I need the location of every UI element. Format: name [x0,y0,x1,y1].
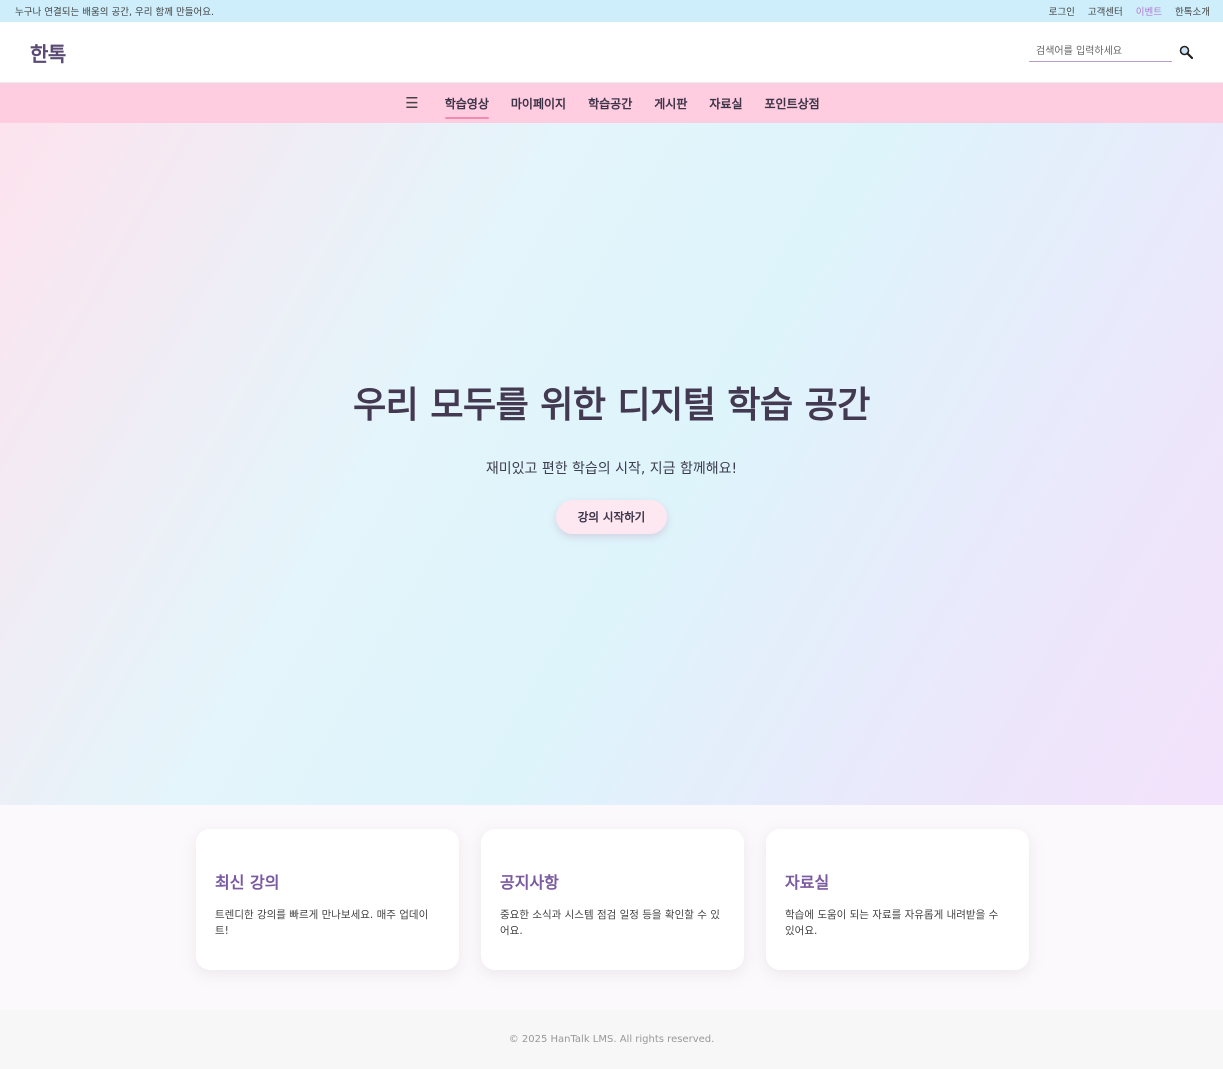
feature-card-title: 최신 강의 [215,873,280,892]
feature-card-notices[interactable]: 공지사항 중요한 소식과 시스템 점검 일정 등을 확인할 수 있어요. [481,829,744,970]
feature-card-desc: 학습에 도움이 되는 자료를 자유롭게 내려받을 수 있어요. [785,909,999,937]
nav-item-board[interactable]: 게시판 [654,89,687,118]
feature-card-title: 공지사항 [500,873,559,892]
tagline: 누구나 연결되는 배움의 공간, 우리 함께 만들어요. [15,7,214,18]
feature-card-title: 자료실 [785,873,830,892]
about-link[interactable]: 한톡소개 [1175,4,1210,18]
utility-links: 로그인 고객센터 이벤트 한톡소개 [1049,4,1210,18]
search-input[interactable] [1029,42,1172,62]
nav-item-videos[interactable]: 학습영상 [444,89,490,119]
copyright-text: © 2025 HanTalk LMS. All rights reserved. [508,1034,715,1045]
feature-card-desc: 중요한 소식과 시스템 점검 일정 등을 확인할 수 있어요. [500,909,720,937]
hero-title: 우리 모두를 위한 디지털 학습 공간 [353,385,870,426]
main-nav: ☰ 학습영상 마이페이지 학습공간 게시판 자료실 포인트상점 [0,83,1223,123]
search-icon[interactable] [1178,44,1194,60]
logo[interactable]: 한톡 [30,38,66,67]
start-course-button[interactable]: 강의 시작하기 [555,500,668,534]
customer-center-link[interactable]: 고객센터 [1088,4,1123,18]
top-utility-bar: 누구나 연결되는 배움의 공간, 우리 함께 만들어요. 로그인 고객센터 이벤… [0,0,1223,22]
feature-card-archive[interactable]: 자료실 학습에 도움이 되는 자료를 자유롭게 내려받을 수 있어요. [766,829,1029,970]
hero-section: 우리 모두를 위한 디지털 학습 공간 재미있고 편한 학습의 시작, 지금 함… [0,123,1223,805]
event-link[interactable]: 이벤트 [1136,4,1162,18]
search-box [1029,42,1194,62]
site-header: 한톡 [0,22,1223,83]
feature-card-desc: 트렌디한 강의를 빠르게 만나보세요. 매주 업데이트! [215,909,429,937]
feature-card-latest-courses[interactable]: 최신 강의 트렌디한 강의를 빠르게 만나보세요. 매주 업데이트! [196,829,459,970]
hero-subtitle: 재미있고 편한 학습의 시작, 지금 함께해요! [485,461,738,477]
features-section: 최신 강의 트렌디한 강의를 빠르게 만나보세요. 매주 업데이트! 공지사항 … [0,805,1223,1010]
nav-item-archive[interactable]: 자료실 [709,89,742,118]
login-link[interactable]: 로그인 [1049,4,1075,18]
site-footer: © 2025 HanTalk LMS. All rights reserved. [0,1010,1223,1069]
nav-item-mypage[interactable]: 마이페이지 [511,89,566,118]
hamburger-menu-icon[interactable]: ☰ [405,95,418,111]
nav-item-study-space[interactable]: 학습공간 [588,89,632,118]
nav-item-point-shop[interactable]: 포인트상점 [765,89,820,118]
